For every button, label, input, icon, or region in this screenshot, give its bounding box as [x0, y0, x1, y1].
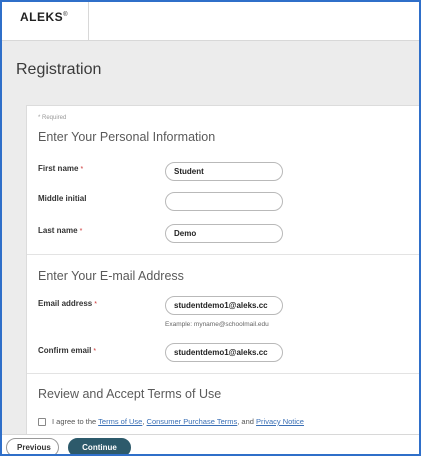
email-hint: Example: myname@schoolmail.edu	[165, 321, 269, 328]
app-frame: ALEKS® Registration * Required Enter You…	[0, 0, 421, 456]
registration-form: * Required Enter Your Personal Informati…	[26, 105, 419, 439]
email-address-input[interactable]	[165, 296, 283, 315]
required-star: *	[80, 166, 84, 173]
registered-mark: ®	[63, 12, 69, 18]
top-bar: ALEKS®	[2, 2, 419, 41]
section-divider	[27, 254, 419, 255]
page-title: Registration	[16, 61, 102, 78]
section-divider	[27, 373, 419, 374]
continue-button[interactable]: Continue	[68, 438, 131, 454]
privacy-notice-link[interactable]: Privacy Notice	[256, 417, 304, 426]
first-name-input[interactable]	[165, 162, 283, 181]
required-note: * Required	[38, 115, 67, 121]
agree-prefix: I agree to the	[52, 417, 97, 426]
first-name-label: First name *	[38, 164, 83, 173]
required-star: *	[93, 348, 97, 355]
last-name-label-text: Last name	[38, 226, 78, 235]
middle-initial-label: Middle initial	[38, 194, 87, 203]
required-star: *	[94, 301, 97, 308]
terms-section-title: Review and Accept Terms of Use	[38, 387, 222, 401]
agree-terms-checkbox[interactable]	[38, 418, 46, 426]
topbar-divider	[88, 2, 89, 40]
email-address-label: Email address *	[38, 299, 97, 308]
separator: ,	[142, 417, 145, 426]
first-name-label-text: First name	[38, 164, 79, 173]
personal-info-title: Enter Your Personal Information	[38, 130, 216, 144]
confirm-email-label: Confirm email *	[38, 346, 96, 355]
footer-bar: Previous Continue	[2, 434, 419, 454]
terms-of-use-link[interactable]: Terms of Use	[98, 417, 142, 426]
confirm-email-input[interactable]	[165, 343, 283, 362]
agree-terms-text: I agree to the Terms of Use, Consumer Pu…	[52, 417, 304, 426]
previous-button[interactable]: Previous	[6, 438, 59, 454]
email-section-title: Enter Your E-mail Address	[38, 269, 184, 283]
logo-text: ALEKS	[20, 10, 64, 24]
middle-initial-input[interactable]	[165, 192, 283, 211]
separator: , and	[237, 417, 254, 426]
required-star: *	[79, 228, 83, 235]
confirm-email-label-text: Confirm email	[38, 346, 92, 355]
page-body: Registration * Required Enter Your Perso…	[2, 41, 419, 439]
email-address-label-text: Email address	[38, 299, 93, 308]
last-name-label: Last name *	[38, 226, 82, 235]
aleks-logo: ALEKS®	[20, 10, 68, 24]
last-name-input[interactable]	[165, 224, 283, 243]
consumer-purchase-terms-link[interactable]: Consumer Purchase Terms	[147, 417, 238, 426]
